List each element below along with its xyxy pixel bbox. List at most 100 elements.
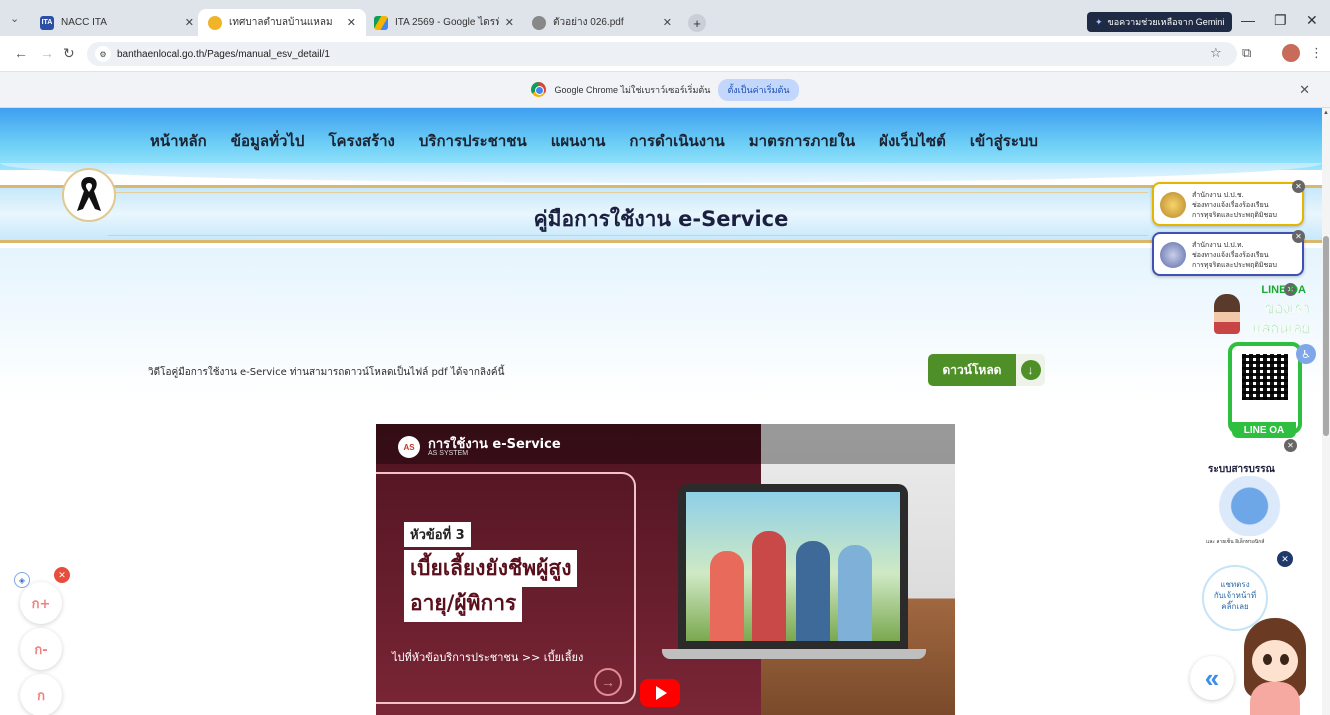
- tab-google-drive[interactable]: ITA 2569 - Google ไดรฟ์ ✕: [364, 9, 524, 36]
- tab-title: ITA 2569 - Google ไดรฟ์: [395, 17, 499, 28]
- download-description: วิดีโอคู่มือการใช้งาน e-Service ท่านสามา…: [148, 367, 505, 378]
- laptop-illustration: [678, 484, 908, 649]
- tab-title: NACC ITA: [61, 17, 107, 28]
- tab-pdf[interactable]: ตัวอย่าง 026.pdf ✕: [522, 9, 682, 36]
- video-headline-line1: เบี้ยเลี้ยงยังชีพผู้สูง: [404, 550, 578, 587]
- close-icon[interactable]: ✕: [1292, 230, 1305, 243]
- address-bar[interactable]: ⚙ banthaenlocal.go.th/Pages/manual_esv_d…: [87, 42, 1237, 66]
- saraban-subtitle: และ ลายเซ็น อิเล็กทรอนิกส์: [1206, 539, 1265, 545]
- close-tab-icon[interactable]: ✕: [663, 16, 672, 29]
- new-tab-button[interactable]: +: [688, 14, 706, 32]
- menu-plans[interactable]: แผนงาน: [551, 129, 606, 153]
- close-tab-icon[interactable]: ✕: [347, 16, 356, 29]
- youtube-play-button[interactable]: [640, 679, 680, 707]
- tab-title: ตัวอย่าง 026.pdf: [553, 17, 624, 28]
- profile-avatar[interactable]: [1282, 44, 1300, 62]
- font-decrease-button[interactable]: ก-: [20, 628, 62, 670]
- menu-public-services[interactable]: บริการประชาชน: [419, 129, 527, 153]
- bookmark-star-icon[interactable]: ☆: [1210, 45, 1222, 61]
- reload-icon[interactable]: ↻: [63, 45, 75, 62]
- minimize-icon[interactable]: —: [1241, 12, 1255, 28]
- menu-operations[interactable]: การดำเนินงาน: [629, 129, 724, 153]
- accessibility-icon[interactable]: ♿: [1296, 344, 1316, 364]
- double-chevron-left-icon[interactable]: «: [1190, 656, 1234, 700]
- video-channel: AS SYSTEM: [428, 450, 469, 457]
- download-label: ดาวน์โหลด: [928, 354, 1016, 386]
- video-topic-tag: หัวข้อที่ 3: [404, 522, 471, 547]
- channel-logo-icon[interactable]: AS: [398, 436, 420, 458]
- arrow-right-circle-icon: →: [594, 668, 622, 696]
- line-oa-ours: ของเรา: [1265, 301, 1310, 317]
- download-button[interactable]: ดาวน์โหลด ↓: [928, 354, 1045, 386]
- line-oa-label: LINE OA: [1232, 422, 1296, 438]
- pacc-seal-icon: [1160, 242, 1186, 268]
- default-browser-infobar: Google Chrome ไม่ใช่เบราว์เซอร์เริ่มต้น …: [0, 72, 1330, 108]
- tab-ban-laem[interactable]: เทศบาลตำบลบ้านแหลม ✕: [198, 9, 366, 36]
- pacc-complaint-widget[interactable]: สำนักงาน ป.ป.ท. ช่องทางแจ้งเรื่องร้องเรี…: [1152, 230, 1305, 276]
- mourning-ribbon-badge: [62, 168, 116, 222]
- line-mascot-icon: [1214, 294, 1240, 334]
- tab-title: เทศบาลตำบลบ้านแหลม: [229, 17, 333, 28]
- saraban-close-icon[interactable]: ✕: [1284, 439, 1297, 452]
- close-tab-icon[interactable]: ✕: [185, 16, 194, 29]
- nacc-complaint-widget[interactable]: สำนักงาน ป.ป.ช. ช่องทางแจ้งเรื่องร้องเรี…: [1152, 180, 1305, 226]
- menu-login[interactable]: เข้าสู่ระบบ: [970, 129, 1038, 153]
- elderly-people-illustration: [686, 492, 900, 641]
- page-title: คู่มือการใช้งาน e-Service: [533, 207, 789, 231]
- saraban-widget[interactable]: ระบบสารบรรณ และ ลายเซ็น อิเล็กทรอนิกส์: [1206, 462, 1310, 552]
- menu-internal-measures[interactable]: มาตรการภายใน: [749, 129, 855, 153]
- url-text: banthaenlocal.go.th/Pages/manual_esv_det…: [117, 48, 330, 60]
- nacc-favicon-icon: ITA: [40, 15, 54, 30]
- tab-nacc-ita[interactable]: ITA NACC ITA ✕: [30, 9, 204, 36]
- tab-search-chevron-icon[interactable]: ⌄: [10, 12, 19, 25]
- menu-sitemap[interactable]: ผังเว็บไซต์: [879, 129, 946, 153]
- tab-strip: ⌄ ITA NACC ITA ✕ เทศบาลตำบลบ้านแหลม ✕ IT…: [0, 0, 1330, 36]
- close-icon[interactable]: ✕: [1292, 180, 1305, 193]
- download-arrow-icon: ↓: [1020, 360, 1041, 380]
- chrome-logo-icon: [531, 82, 547, 97]
- infobar-message: Google Chrome ไม่ใช่เบราว์เซอร์เริ่มต้น: [554, 84, 711, 95]
- chat-line-2: กับเจ้าหน้าที่: [1213, 591, 1257, 600]
- qr-code-icon: [1242, 354, 1288, 400]
- scrollbar-thumb[interactable]: [1323, 236, 1329, 436]
- close-infobar-icon[interactable]: ✕: [1299, 82, 1310, 98]
- font-widget-close-icon[interactable]: ✕: [54, 567, 70, 583]
- video-headline-line2: อายุ/ผู้พิการ: [404, 585, 523, 622]
- close-window-icon[interactable]: ✕: [1306, 12, 1318, 29]
- nacc-seal-icon: [1160, 192, 1186, 218]
- gemini-help-button[interactable]: ✦ ขอความช่วยเหลือจาก Gemini: [1087, 12, 1233, 32]
- video-player[interactable]: AS การใช้งาน e-Service AS SYSTEM หัวข้อท…: [376, 424, 955, 715]
- forward-arrow-icon[interactable]: →: [40, 45, 54, 61]
- font-increase-button[interactable]: ก+: [20, 582, 62, 624]
- scroll-up-icon[interactable]: ▲: [1323, 110, 1329, 116]
- chat-mascot[interactable]: [1236, 618, 1312, 715]
- close-tab-icon[interactable]: ✕: [505, 16, 514, 29]
- chat-line-1: แชทตรง: [1220, 580, 1250, 589]
- more-menu-icon[interactable]: ⋮: [1310, 45, 1323, 61]
- site-settings-icon[interactable]: ⚙: [95, 46, 111, 62]
- download-icon-wrap: ↓: [1016, 354, 1045, 386]
- nacc-complaint-text: สำนักงาน ป.ป.ช. ช่องทางแจ้งเรื่องร้องเรี…: [1192, 191, 1277, 219]
- set-default-button[interactable]: ตั้งเป็นค่าเริ่มต้น: [718, 78, 799, 101]
- gemini-label: ขอความช่วยเหลือจาก Gemini: [1107, 17, 1225, 27]
- menu-general-info[interactable]: ข้อมูลทั่วไป: [231, 129, 305, 153]
- pacc-complaint-text: สำนักงาน ป.ป.ท. ช่องทางแจ้งเรื่องร้องเรี…: [1192, 241, 1277, 269]
- page-scrollbar[interactable]: ▲: [1322, 108, 1330, 715]
- chat-close-icon[interactable]: ✕: [1277, 551, 1293, 567]
- menu-home[interactable]: หน้าหลัก: [150, 129, 207, 153]
- municipality-favicon-icon: [208, 15, 222, 30]
- back-arrow-icon[interactable]: ←: [14, 45, 28, 61]
- saraban-title: ระบบสารบรรณ: [1208, 464, 1275, 475]
- extensions-icon[interactable]: ⧉: [1242, 45, 1251, 61]
- main-nav-band: หน้าหลัก ข้อมูลทั่วไป โครงสร้าง บริการปร…: [0, 108, 1322, 183]
- line-qr-frame: [1228, 342, 1302, 434]
- font-reset-button[interactable]: ก: [20, 674, 62, 715]
- google-drive-icon: [374, 15, 388, 30]
- maximize-icon[interactable]: ❐: [1274, 12, 1287, 29]
- main-menu: หน้าหลัก ข้อมูลทั่วไป โครงสร้าง บริการปร…: [150, 129, 1062, 153]
- chat-line-3: คลิ๊กเลย: [1221, 602, 1249, 611]
- gemini-spark-icon: ✦: [1095, 16, 1103, 27]
- menu-structure[interactable]: โครงสร้าง: [328, 129, 394, 153]
- nav-wave-decoration: [0, 163, 1322, 183]
- page-viewport: หน้าหลัก ข้อมูลทั่วไป โครงสร้าง บริการปร…: [0, 108, 1322, 715]
